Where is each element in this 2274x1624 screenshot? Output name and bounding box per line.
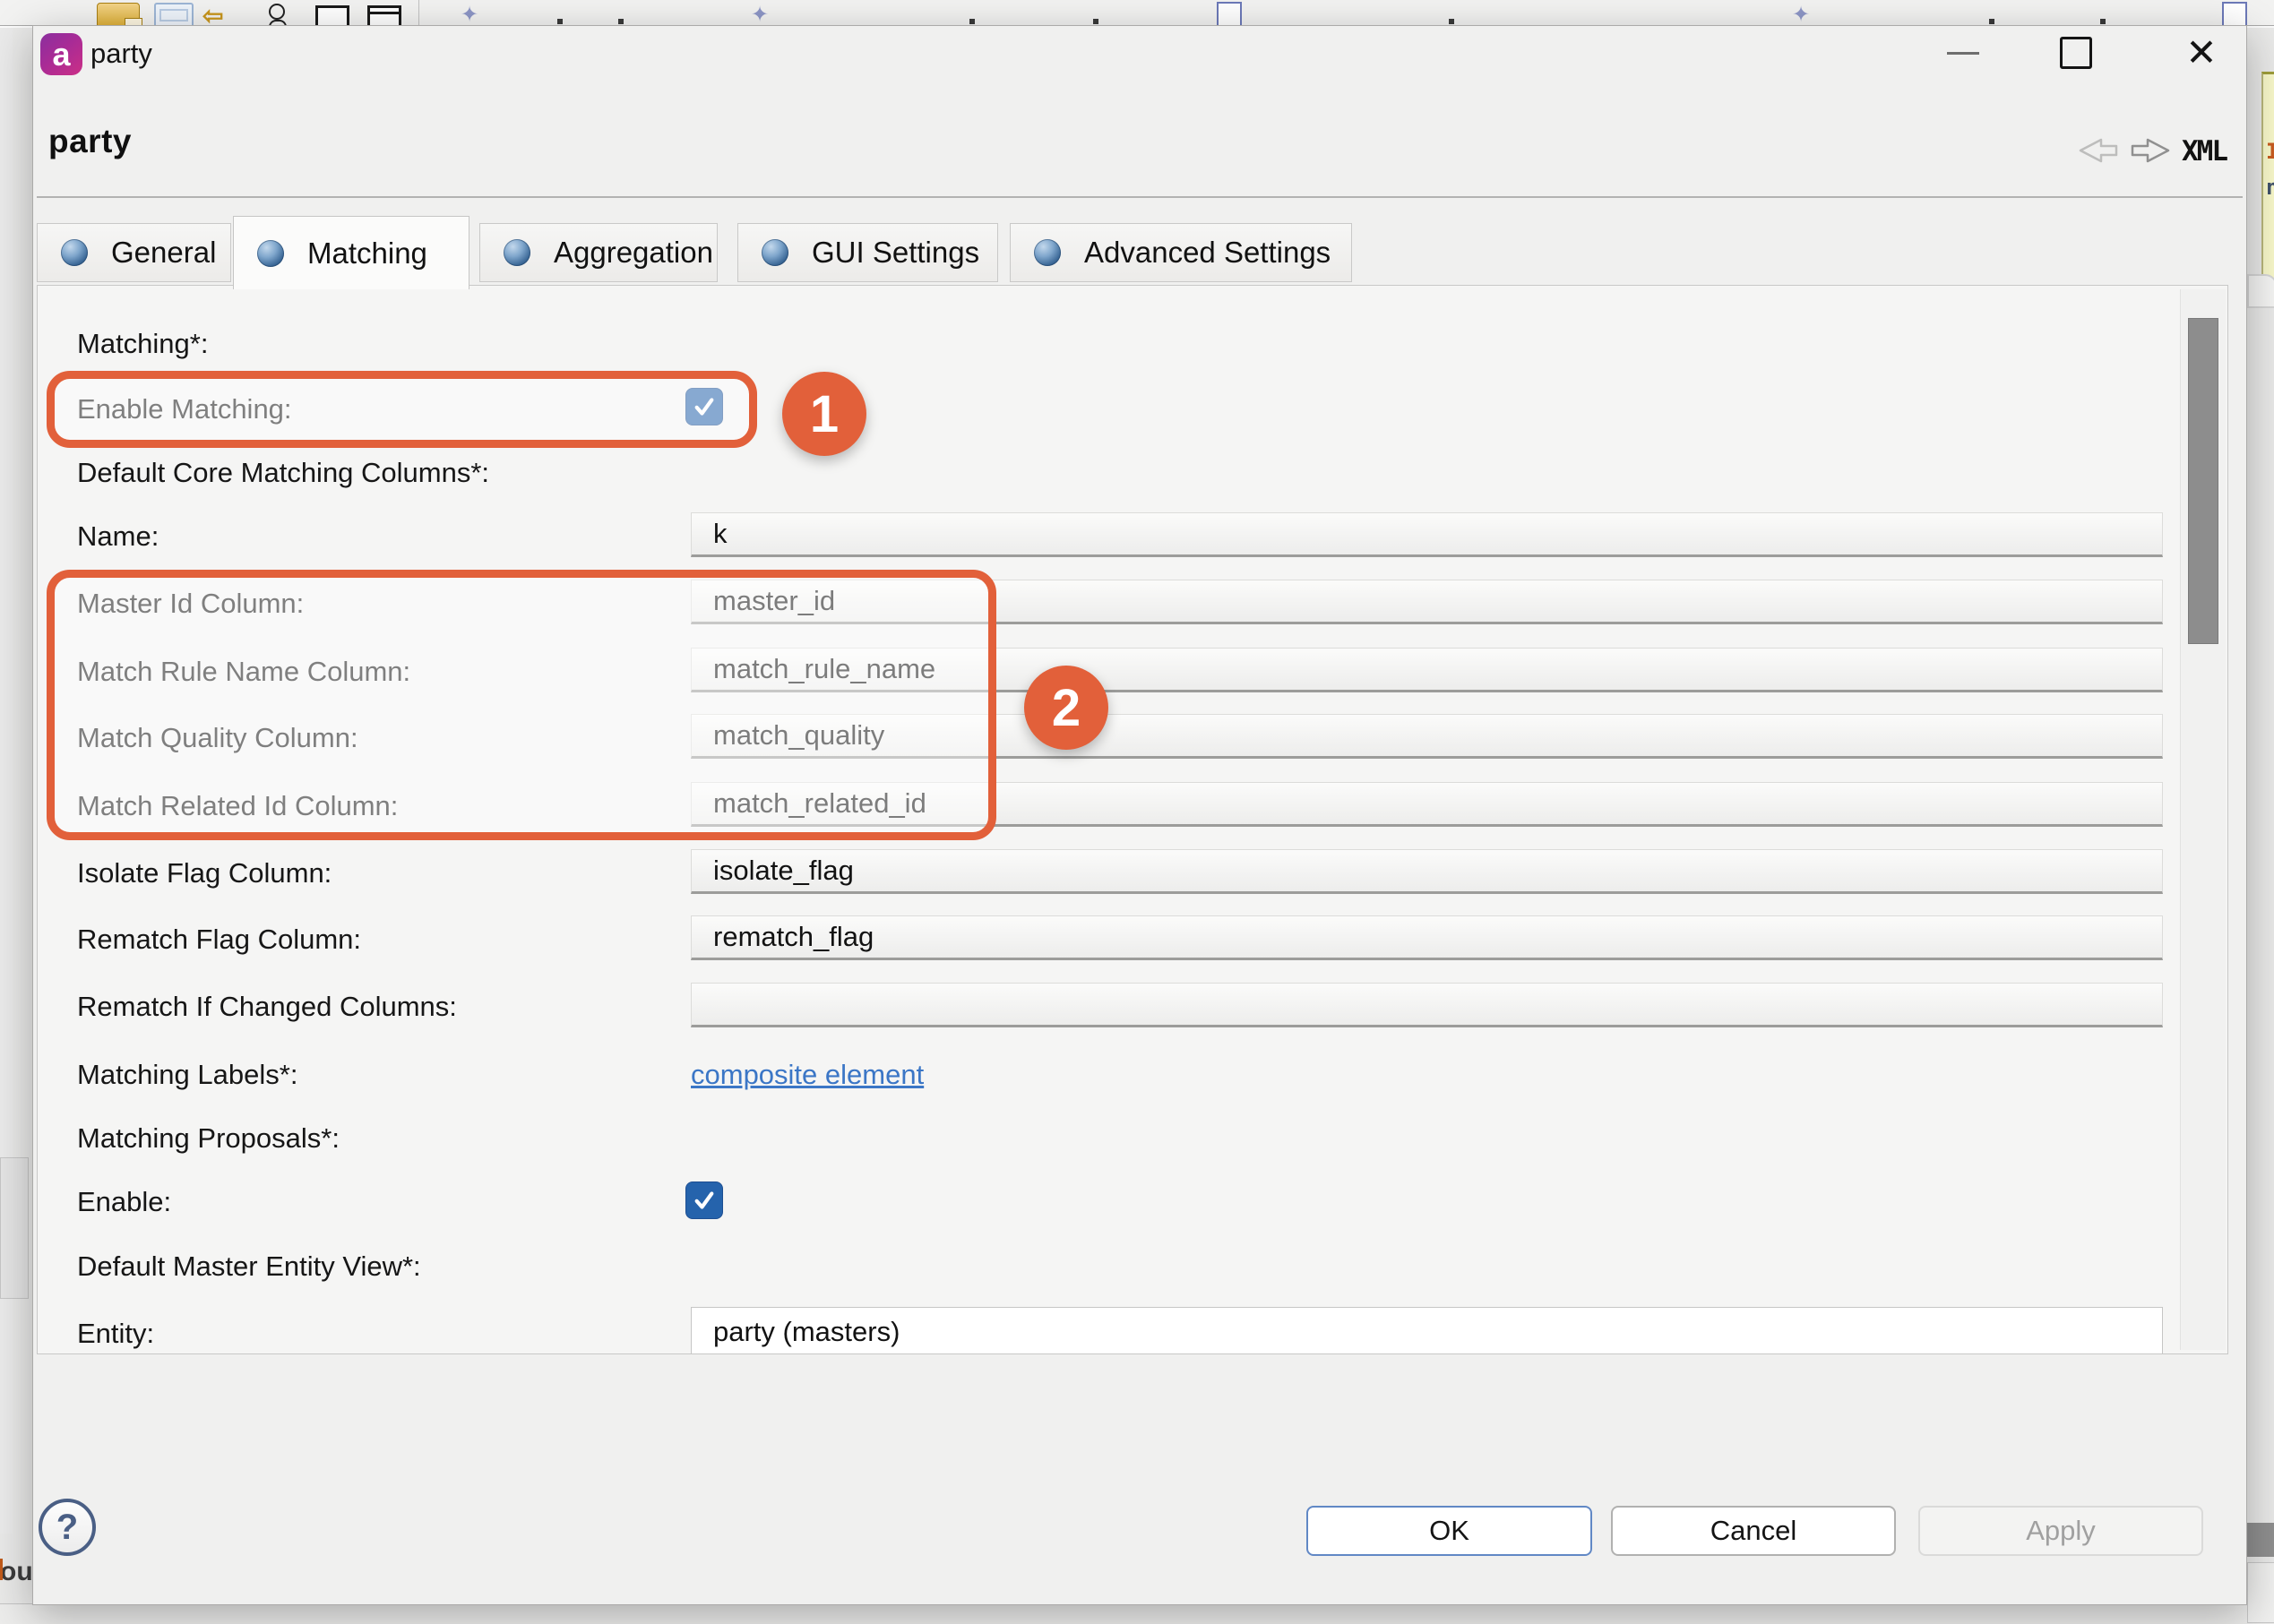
sparkle-icon[interactable]: ✦ [1792,2,1810,26]
label-default-master-entity-view: Default Master Entity View*: [77,1249,421,1285]
tab-general[interactable]: General [37,223,231,282]
header-separator [37,196,2243,198]
label-entity: Entity: [77,1316,154,1352]
tooltip-text-fragment: I[ [2266,139,2274,164]
back-arrow-icon[interactable]: ⇦ [202,4,223,26]
rematch-flag-column-field[interactable]: rematch_flag [691,915,2163,960]
label-matching: Matching*: [77,326,208,362]
tab-ball-icon [1034,239,1061,266]
minimize-button[interactable] [1940,35,1986,71]
label-name: Name: [77,519,159,554]
sparkle-icon[interactable]: ✦ [751,2,769,26]
matching-form-panel: Matching*: Enable Matching: Default Core… [37,285,2228,1354]
label-default-core-matching-columns: Default Core Matching Columns*: [77,455,489,491]
label-matching-labels: Matching Labels*: [77,1057,297,1093]
tab-label: GUI Settings [812,236,979,270]
tab-advanced-settings[interactable]: Advanced Settings [1010,223,1352,282]
window-titled-icon[interactable] [367,5,401,26]
close-button[interactable]: ✕ [2178,35,2225,71]
tab-gui-settings[interactable]: GUI Settings [737,223,998,282]
toolbar-dot [1989,19,1994,24]
window-layout-icon[interactable] [154,3,194,26]
apply-button[interactable]: Apply [1918,1506,2203,1556]
window-title: party [90,38,152,70]
maximize-icon [2060,37,2092,69]
window-icon[interactable] [315,5,349,26]
annotation-highlight-2 [47,570,996,840]
background-bottom-strip [0,1603,2274,1624]
toolbar-dot [2100,19,2106,24]
entity-field[interactable]: party (masters) [691,1307,2163,1354]
annotation-highlight-1 [47,371,757,448]
tab-ball-icon [61,239,88,266]
background-clipped-text: ou [0,1557,33,1587]
party-dialog: a party ✕ party XML General Matching Agg… [32,25,2247,1605]
background-scrollbar-fragment [2247,1523,2274,1557]
document-icon[interactable] [1217,2,1242,26]
sparkle-icon[interactable]: ✦ [461,2,478,26]
label-matching-proposals: Matching Proposals*: [77,1121,340,1156]
ok-button[interactable]: OK [1306,1506,1592,1556]
tab-label: General [111,236,216,270]
toolbar-dot [1449,19,1454,24]
page-title: party [48,123,132,160]
tab-matching[interactable]: Matching [233,216,469,289]
annotation-badge-1: 1 [782,372,866,456]
minimize-icon [1947,52,1979,55]
forward-arrow-icon [2130,133,2173,168]
tab-label: Matching [307,236,427,271]
label-rematch-if-changed-columns: Rematch If Changed Columns: [77,989,457,1025]
label-isolate-flag-column: Isolate Flag Column: [77,855,332,891]
tab-ball-icon [257,240,284,267]
label-enable: Enable: [77,1184,171,1220]
toolbar-dot [557,19,563,24]
maximize-button[interactable] [2053,35,2099,71]
scrollbar-thumb[interactable] [2188,318,2218,644]
question-mark-icon: ? [56,1508,78,1548]
tab-ball-icon [504,239,530,266]
background-left-strip [0,25,13,1534]
checkmark-icon [691,1187,718,1214]
annotation-badge-2: 2 [1024,666,1108,750]
background-panel-fragment [2247,1562,2274,1623]
background-panel-fragment [0,1157,29,1299]
tab-ball-icon [762,239,788,266]
user-icon[interactable] [269,4,285,20]
save-icon[interactable] [97,3,140,26]
tab-aggregation[interactable]: Aggregation [479,223,718,282]
document-icon[interactable] [2222,2,2247,26]
help-button[interactable]: ? [39,1499,96,1556]
toolbar-dot [618,19,624,24]
cancel-button[interactable]: Cancel [1611,1506,1896,1556]
back-arrow-icon [2076,133,2119,168]
background-tooltip-fragment: I[ n [2261,72,2274,303]
name-field[interactable]: k [691,512,2163,557]
xml-view-button[interactable]: XML [2182,135,2227,168]
tab-label: Advanced Settings [1084,236,1331,270]
enable-proposals-checkbox[interactable] [685,1181,723,1219]
background-corner-fragment [2247,274,2274,308]
toolbar-dot [969,19,975,24]
app-logo-icon: a [40,33,82,75]
toolbar-dot [1093,19,1098,24]
nav-forward-button[interactable] [2130,133,2173,168]
tab-label: Aggregation [554,236,713,270]
toolbar-separator [418,0,419,25]
tooltip-text-fragment: n [2266,175,2274,200]
composite-element-link[interactable]: composite element [691,1057,924,1093]
nav-back-button[interactable] [2076,133,2119,168]
background-toolbar: ⇦ ✦ ✦ ✦ [0,0,2274,26]
label-rematch-flag-column: Rematch Flag Column: [77,922,361,958]
isolate-flag-column-field[interactable]: isolate_flag [691,849,2163,894]
rematch-if-changed-columns-field[interactable] [691,983,2163,1027]
